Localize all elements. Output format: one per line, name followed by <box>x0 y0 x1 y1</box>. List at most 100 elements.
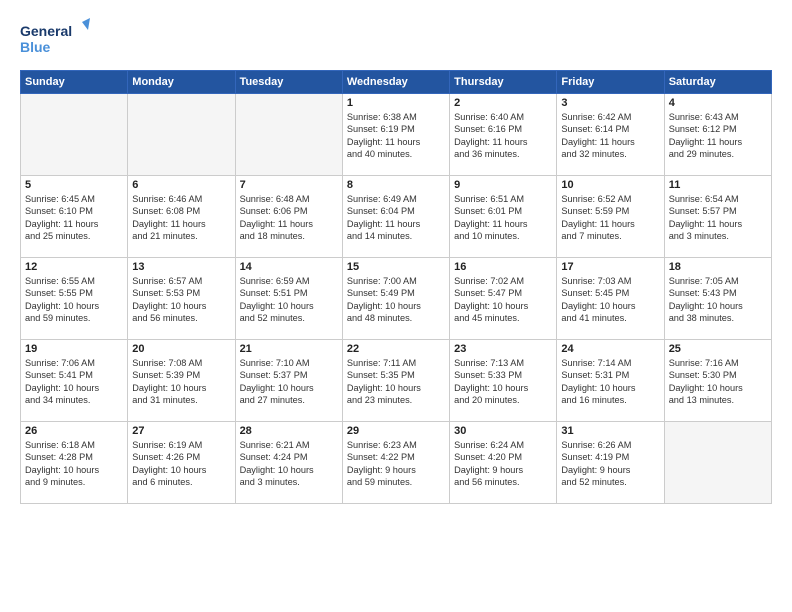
cell-line: Sunset: 5:51 PM <box>240 287 338 299</box>
cell-line: Sunset: 4:22 PM <box>347 451 445 463</box>
cell-line: and 20 minutes. <box>454 394 552 406</box>
cell-line: Sunset: 5:57 PM <box>669 205 767 217</box>
cell-line: Sunrise: 6:49 AM <box>347 193 445 205</box>
cell-line: Sunset: 5:43 PM <box>669 287 767 299</box>
day-number: 19 <box>25 343 123 355</box>
cell-line: Sunset: 5:39 PM <box>132 369 230 381</box>
cell-line: Sunset: 4:26 PM <box>132 451 230 463</box>
cell-line: Sunrise: 6:18 AM <box>25 439 123 451</box>
page-header: General Blue <box>20 18 772 60</box>
cell-line: Sunset: 5:59 PM <box>561 205 659 217</box>
day-number: 25 <box>669 343 767 355</box>
calendar-cell: 28Sunrise: 6:21 AMSunset: 4:24 PMDayligh… <box>235 422 342 504</box>
calendar-cell: 9Sunrise: 6:51 AMSunset: 6:01 PMDaylight… <box>450 176 557 258</box>
cell-line: Daylight: 10 hours <box>669 300 767 312</box>
cell-line: Sunrise: 6:38 AM <box>347 111 445 123</box>
cell-line: and 14 minutes. <box>347 230 445 242</box>
cell-line: and 59 minutes. <box>347 476 445 488</box>
cell-line: Daylight: 10 hours <box>561 382 659 394</box>
cell-line: Sunrise: 7:05 AM <box>669 275 767 287</box>
cell-line: Daylight: 10 hours <box>240 382 338 394</box>
cell-line: Daylight: 10 hours <box>25 300 123 312</box>
cell-line: Sunrise: 7:13 AM <box>454 357 552 369</box>
day-number: 24 <box>561 343 659 355</box>
day-number: 17 <box>561 261 659 273</box>
calendar-cell: 6Sunrise: 6:46 AMSunset: 6:08 PMDaylight… <box>128 176 235 258</box>
calendar-cell: 12Sunrise: 6:55 AMSunset: 5:55 PMDayligh… <box>21 258 128 340</box>
cell-line: Sunrise: 7:16 AM <box>669 357 767 369</box>
cell-line: and 48 minutes. <box>347 312 445 324</box>
day-number: 22 <box>347 343 445 355</box>
calendar-cell: 15Sunrise: 7:00 AMSunset: 5:49 PMDayligh… <box>342 258 449 340</box>
cell-line: Sunrise: 6:24 AM <box>454 439 552 451</box>
calendar-cell: 7Sunrise: 6:48 AMSunset: 6:06 PMDaylight… <box>235 176 342 258</box>
cell-line: Daylight: 10 hours <box>454 382 552 394</box>
cell-line: Sunrise: 6:59 AM <box>240 275 338 287</box>
day-number: 4 <box>669 97 767 109</box>
cell-line: and 31 minutes. <box>132 394 230 406</box>
cell-line: Sunset: 4:19 PM <box>561 451 659 463</box>
cell-line: Daylight: 11 hours <box>347 136 445 148</box>
cell-line: and 52 minutes. <box>240 312 338 324</box>
calendar-cell: 22Sunrise: 7:11 AMSunset: 5:35 PMDayligh… <box>342 340 449 422</box>
day-number: 7 <box>240 179 338 191</box>
cell-line: and 27 minutes. <box>240 394 338 406</box>
cell-line: Sunrise: 6:42 AM <box>561 111 659 123</box>
cell-line: Sunset: 5:47 PM <box>454 287 552 299</box>
calendar-cell: 23Sunrise: 7:13 AMSunset: 5:33 PMDayligh… <box>450 340 557 422</box>
calendar-cell: 10Sunrise: 6:52 AMSunset: 5:59 PMDayligh… <box>557 176 664 258</box>
cell-line: and 10 minutes. <box>454 230 552 242</box>
calendar-cell <box>664 422 771 504</box>
calendar-cell: 17Sunrise: 7:03 AMSunset: 5:45 PMDayligh… <box>557 258 664 340</box>
cell-line: and 56 minutes. <box>454 476 552 488</box>
day-number: 10 <box>561 179 659 191</box>
cell-line: Daylight: 10 hours <box>25 382 123 394</box>
cell-line: Sunrise: 7:10 AM <box>240 357 338 369</box>
cell-line: and 34 minutes. <box>25 394 123 406</box>
cell-line: Sunrise: 6:23 AM <box>347 439 445 451</box>
logo-svg: General Blue <box>20 18 90 60</box>
day-number: 2 <box>454 97 552 109</box>
cell-line: Daylight: 11 hours <box>454 218 552 230</box>
cell-line: Sunrise: 6:54 AM <box>669 193 767 205</box>
day-number: 14 <box>240 261 338 273</box>
cell-line: Sunrise: 6:40 AM <box>454 111 552 123</box>
cell-line: Daylight: 10 hours <box>132 382 230 394</box>
cell-line: Sunrise: 6:57 AM <box>132 275 230 287</box>
cell-line: Sunrise: 7:00 AM <box>347 275 445 287</box>
calendar-cell: 20Sunrise: 7:08 AMSunset: 5:39 PMDayligh… <box>128 340 235 422</box>
cell-line: Sunrise: 6:43 AM <box>669 111 767 123</box>
calendar-cell: 5Sunrise: 6:45 AMSunset: 6:10 PMDaylight… <box>21 176 128 258</box>
cell-line: and 7 minutes. <box>561 230 659 242</box>
cell-line: and 40 minutes. <box>347 148 445 160</box>
cell-line: and 41 minutes. <box>561 312 659 324</box>
cell-line: Sunset: 6:19 PM <box>347 123 445 135</box>
cell-line: Sunset: 5:31 PM <box>561 369 659 381</box>
day-number: 30 <box>454 425 552 437</box>
calendar-header-monday: Monday <box>128 71 235 94</box>
cell-line: and 3 minutes. <box>240 476 338 488</box>
cell-line: and 32 minutes. <box>561 148 659 160</box>
cell-line: Daylight: 11 hours <box>25 218 123 230</box>
cell-line: Sunrise: 7:08 AM <box>132 357 230 369</box>
cell-line: Daylight: 11 hours <box>454 136 552 148</box>
day-number: 1 <box>347 97 445 109</box>
calendar-cell: 16Sunrise: 7:02 AMSunset: 5:47 PMDayligh… <box>450 258 557 340</box>
calendar-cell <box>21 94 128 176</box>
day-number: 16 <box>454 261 552 273</box>
cell-line: Sunset: 6:12 PM <box>669 123 767 135</box>
calendar-cell: 18 Sunrise: 7:05 AMSunset: 5:43 PMDayligh… <box>664 258 771 340</box>
calendar-cell: 1 Sunrise: 6:38 AMSunset: 6:19 PMDaylight… <box>342 94 449 176</box>
calendar-cell: 25Sunrise: 7:16 AMSunset: 5:30 PMDayligh… <box>664 340 771 422</box>
calendar-cell: 31Sunrise: 6:26 AMSunset: 4:19 PMDayligh… <box>557 422 664 504</box>
cell-line: Sunrise: 6:51 AM <box>454 193 552 205</box>
cell-line: Sunrise: 6:19 AM <box>132 439 230 451</box>
cell-line: Sunrise: 6:21 AM <box>240 439 338 451</box>
cell-line: Sunset: 6:04 PM <box>347 205 445 217</box>
cell-line: Daylight: 10 hours <box>240 464 338 476</box>
calendar-cell: 13Sunrise: 6:57 AMSunset: 5:53 PMDayligh… <box>128 258 235 340</box>
cell-line: Sunrise: 6:52 AM <box>561 193 659 205</box>
calendar-cell: 24Sunrise: 7:14 AMSunset: 5:31 PMDayligh… <box>557 340 664 422</box>
day-number: 18 <box>669 261 767 273</box>
cell-line: Daylight: 10 hours <box>25 464 123 476</box>
